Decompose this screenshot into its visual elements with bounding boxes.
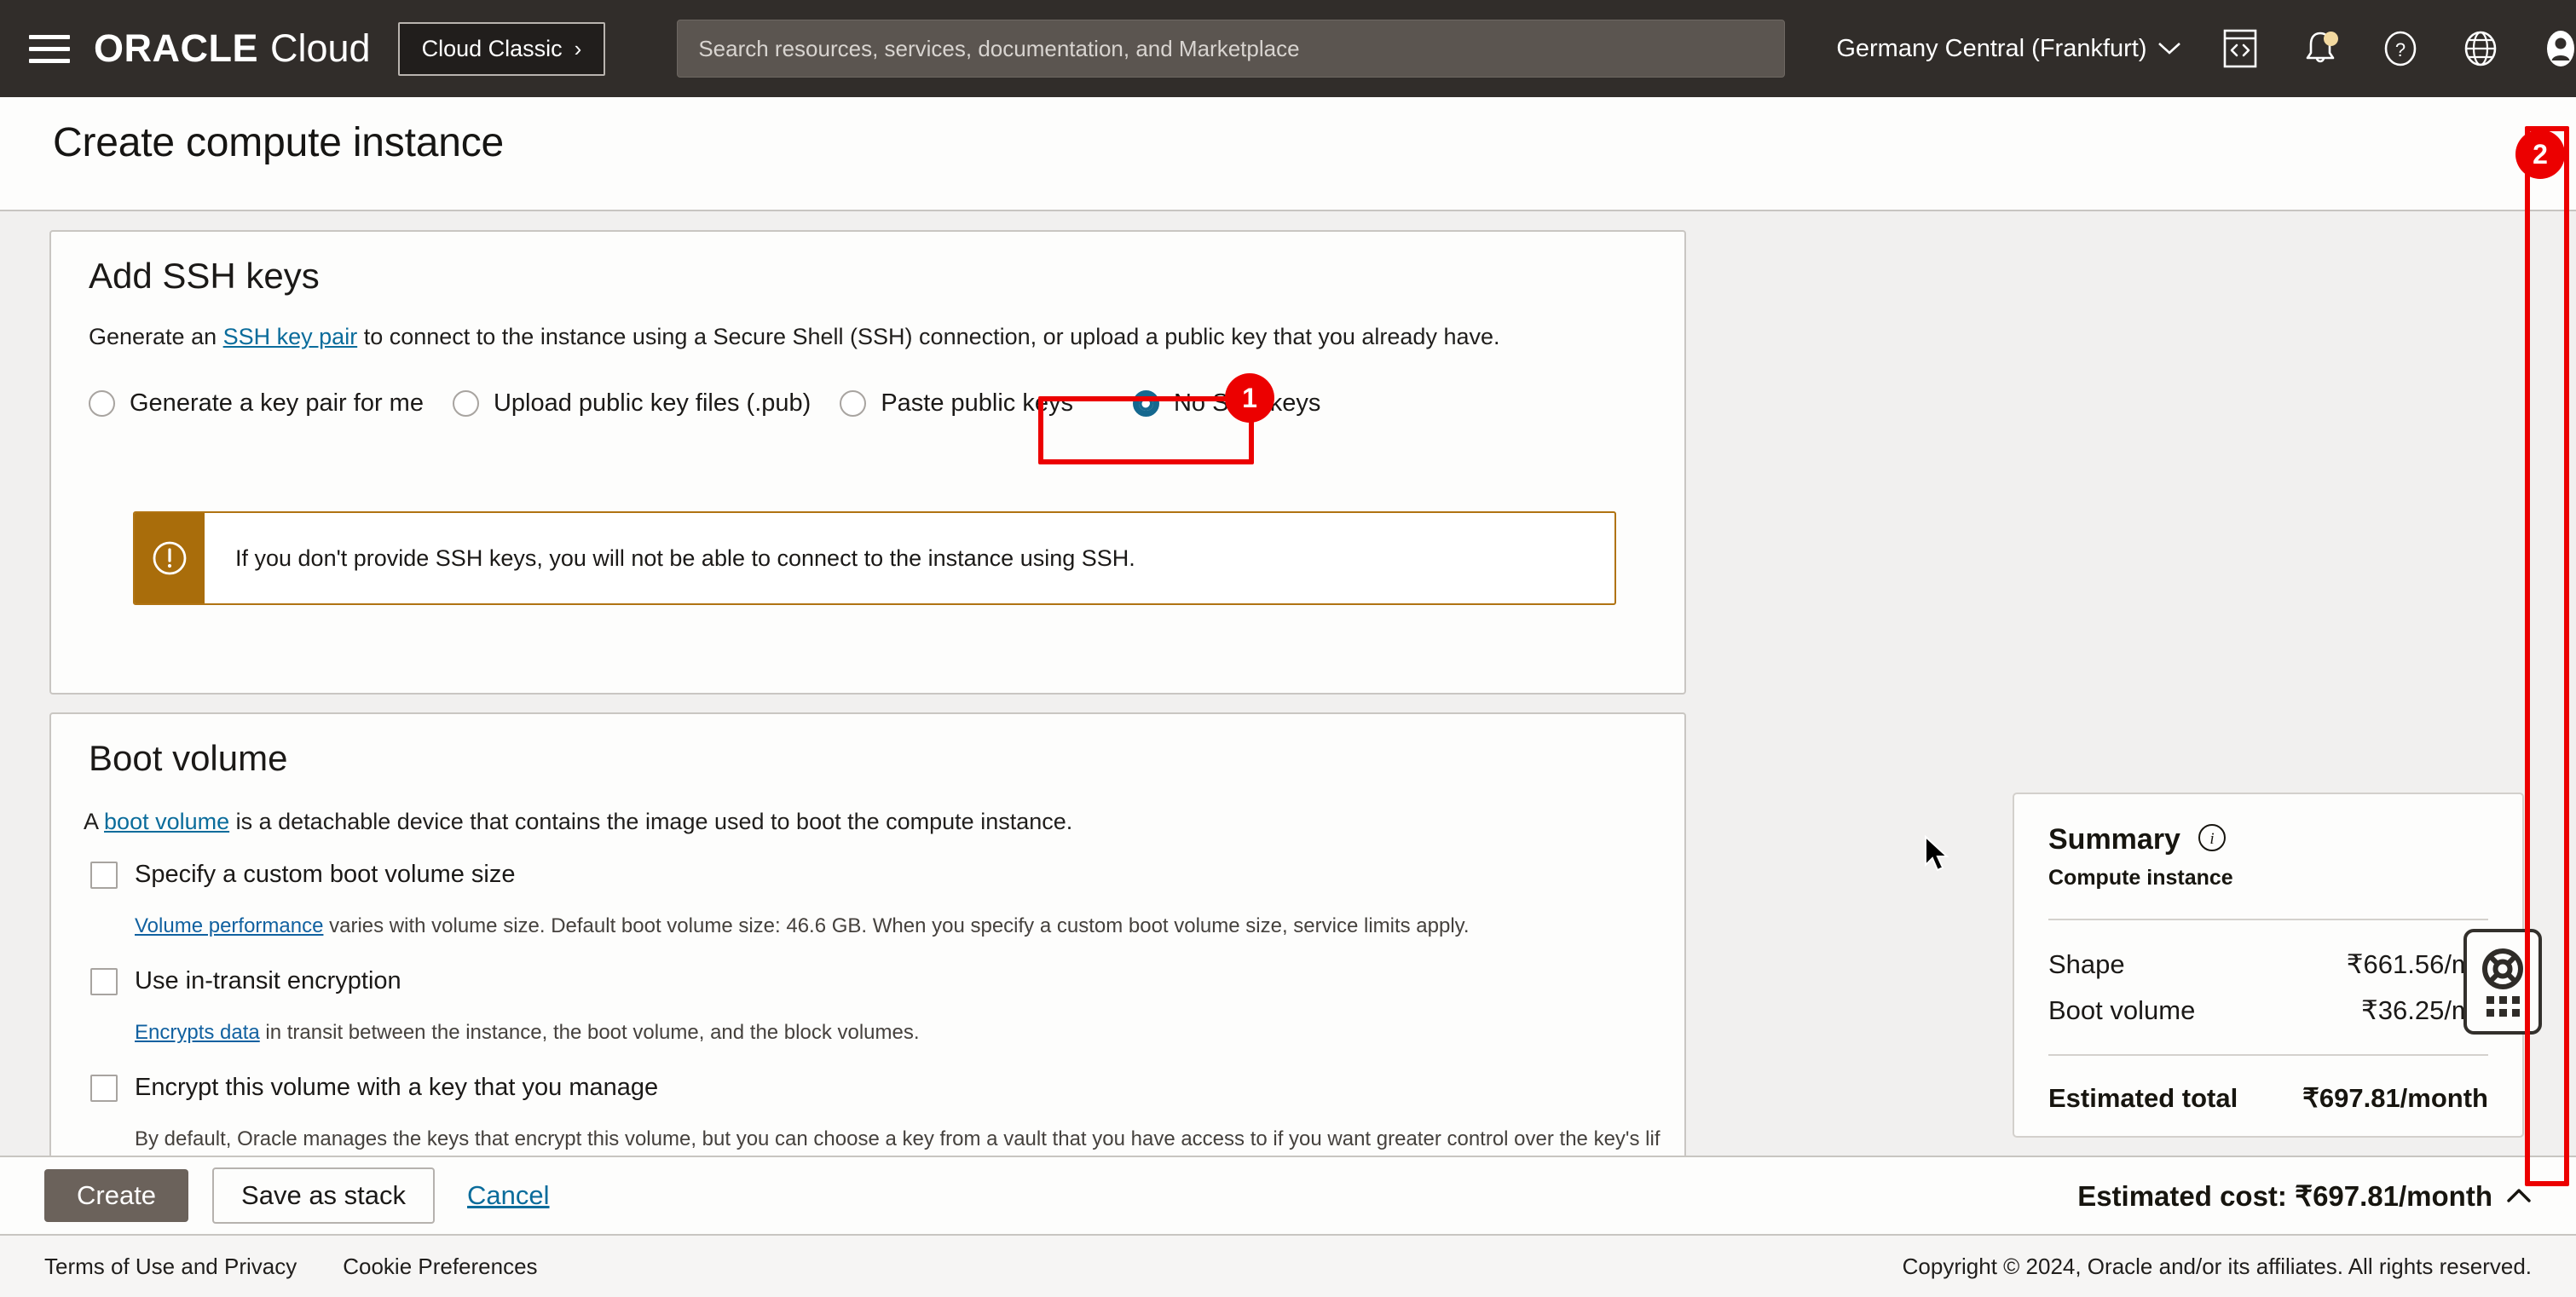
boot-desc-pre: A: [84, 809, 104, 834]
summary-label-shape: Shape: [2048, 949, 2125, 980]
search-input[interactable]: [677, 20, 1785, 78]
summary-header: Summary i: [2048, 823, 2488, 856]
note-in-transit-encryption: Encrypts data in transit between the ins…: [135, 1019, 1635, 1046]
note-encrypt-with-own-key: By default, Oracle manages the keys that…: [135, 1126, 1661, 1152]
chevron-right-icon: ›: [575, 37, 582, 60]
save-as-stack-button[interactable]: Save as stack: [212, 1167, 435, 1224]
info-circle-icon[interactable]: i: [2198, 823, 2227, 856]
note-custom-boot-size: Volume performance varies with volume si…: [135, 913, 1635, 939]
estimated-cost-label: Estimated cost: ₹697.81/month: [2077, 1179, 2492, 1213]
checkbox-row-in-transit-encryption[interactable]: Use in-transit encryption: [90, 967, 401, 995]
ssh-desc-pre: Generate an: [89, 324, 223, 349]
hamburger-menu-icon[interactable]: [29, 32, 73, 66]
checkbox-label-custom-boot-size: Specify a custom boot volume size: [135, 861, 515, 889]
radio-icon-upload[interactable]: [453, 390, 479, 417]
ssh-heading: Add SSH keys: [89, 256, 320, 297]
ssh-option-label-generate: Generate a key pair for me: [130, 389, 424, 418]
oracle-cloud-logo[interactable]: ORACLE Cloud: [94, 26, 371, 71]
terms-of-use-link[interactable]: Terms of Use and Privacy: [44, 1254, 297, 1280]
encrypts-data-link[interactable]: Encrypts data: [135, 1021, 260, 1044]
estimated-cost-toggle[interactable]: Estimated cost: ₹697.81/month: [2077, 1179, 2532, 1213]
summary-label-estimated-total: Estimated total: [2048, 1083, 2238, 1114]
add-ssh-keys-card: Add SSH keys Generate an SSH key pair to…: [49, 230, 1686, 695]
copyright-text: Copyright © 2024, Oracle and/or its affi…: [1903, 1254, 2532, 1280]
brand-cloud-text: Cloud: [270, 26, 371, 71]
cancel-button[interactable]: Cancel: [459, 1180, 558, 1211]
summary-value-estimated-total: ₹697.81/month: [2302, 1083, 2488, 1114]
checkbox-label-encrypt-with-own-key: Encrypt this volume with a key that you …: [135, 1074, 658, 1102]
grid-dots-icon: [2486, 996, 2520, 1017]
ssh-key-pair-link[interactable]: SSH key pair: [223, 324, 358, 349]
summary-title: Summary: [2048, 823, 2180, 856]
checkbox-row-custom-boot-size[interactable]: Specify a custom boot volume size: [90, 861, 515, 889]
checkbox-icon-custom-boot-size[interactable]: [90, 862, 118, 889]
cloud-classic-label: Cloud Classic: [422, 36, 563, 62]
summary-row-boot-volume: Boot volume ₹36.25/mo: [2048, 995, 2488, 1026]
nav-right-group: Germany Central (Frankfurt) ?: [1785, 27, 2576, 70]
warning-text: If you don't provide SSH keys, you will …: [205, 513, 1135, 603]
chevron-down-icon: [2157, 41, 2181, 56]
ssh-option-paste-public-keys[interactable]: Paste public keys: [840, 389, 1073, 418]
boot-heading: Boot volume: [89, 738, 287, 779]
lifesaver-support-icon: [2481, 948, 2524, 990]
radio-icon-paste[interactable]: [840, 390, 866, 417]
checkbox-row-encrypt-with-own-key[interactable]: Encrypt this volume with a key that you …: [90, 1074, 658, 1102]
summary-label-boot-volume: Boot volume: [2048, 995, 2195, 1026]
cloud-classic-button[interactable]: Cloud Classic ›: [398, 22, 606, 76]
checkbox-icon-in-transit-encryption[interactable]: [90, 968, 118, 995]
svg-text:?: ?: [2394, 39, 2405, 61]
boot-description: A boot volume is a detachable device tha…: [84, 806, 1643, 837]
summary-divider-bottom: [2048, 1054, 2488, 1056]
ssh-option-generate-key-pair[interactable]: Generate a key pair for me: [89, 389, 424, 418]
volume-performance-link[interactable]: Volume performance: [135, 914, 323, 937]
page-title: Create compute instance: [53, 119, 504, 166]
annotation-badge-1: 1: [1225, 373, 1274, 423]
cloud-shell-icon[interactable]: [2219, 27, 2261, 70]
language-globe-icon[interactable]: [2459, 27, 2502, 70]
warning-exclamation-icon: [135, 513, 205, 603]
summary-panel: Summary i Compute instance Shape ₹661.56…: [2013, 793, 2524, 1138]
help-support-widget[interactable]: [2463, 929, 2542, 1035]
page-footer: Terms of Use and Privacy Cookie Preferen…: [0, 1234, 2576, 1297]
radio-icon-generate[interactable]: [89, 390, 115, 417]
ssh-key-options-group: Generate a key pair for me Upload public…: [89, 389, 1320, 418]
svg-text:i: i: [2209, 830, 2214, 848]
radio-icon-no-ssh-keys[interactable]: [1133, 390, 1159, 417]
region-selector[interactable]: Germany Central (Frankfurt): [1836, 35, 2180, 63]
top-navigation-bar: ORACLE Cloud Cloud Classic › Germany Cen…: [0, 0, 2576, 97]
notifications-bell-icon[interactable]: [2299, 27, 2342, 70]
region-label: Germany Central (Frankfurt): [1836, 35, 2146, 63]
boot-volume-link[interactable]: boot volume: [104, 809, 229, 834]
summary-subtitle: Compute instance: [2048, 866, 2488, 891]
ssh-description: Generate an SSH key pair to connect to t…: [89, 321, 1640, 352]
search-container: [605, 20, 1785, 78]
ssh-option-label-paste: Paste public keys: [881, 389, 1073, 418]
boot-desc-post: is a detachable device that contains the…: [229, 809, 1072, 834]
brand-oracle-text: ORACLE: [94, 26, 258, 71]
boot-volume-card: Boot volume A boot volume is a detachabl…: [49, 712, 1686, 1156]
checkbox-icon-encrypt-with-own-key[interactable]: [90, 1075, 118, 1102]
cookie-preferences-link[interactable]: Cookie Preferences: [343, 1254, 537, 1280]
summary-row-shape: Shape ₹661.56/mo: [2048, 949, 2488, 980]
summary-row-estimated-total: Estimated total ₹697.81/month: [2048, 1083, 2488, 1114]
action-bar: Create Save as stack Cancel Estimated co…: [0, 1156, 2576, 1234]
ssh-option-upload-public-key[interactable]: Upload public key files (.pub): [453, 389, 811, 418]
notification-dot: [2324, 32, 2338, 46]
help-question-icon[interactable]: ?: [2379, 27, 2422, 70]
note-text-custom-boot-size: varies with volume size. Default boot vo…: [323, 914, 1469, 937]
no-ssh-warning-banner: If you don't provide SSH keys, you will …: [133, 511, 1616, 605]
summary-divider-top: [2048, 919, 2488, 920]
note-text-in-transit-encryption: in transit between the instance, the boo…: [260, 1021, 920, 1044]
chevron-up-icon: [2506, 1187, 2532, 1204]
user-avatar-icon[interactable]: [2539, 27, 2576, 70]
checkbox-label-in-transit-encryption: Use in-transit encryption: [135, 967, 401, 995]
ssh-option-label-upload: Upload public key files (.pub): [494, 389, 811, 418]
annotation-badge-2: 2: [2515, 130, 2565, 179]
ssh-desc-post: to connect to the instance using a Secur…: [357, 324, 1499, 349]
create-button[interactable]: Create: [44, 1169, 188, 1222]
